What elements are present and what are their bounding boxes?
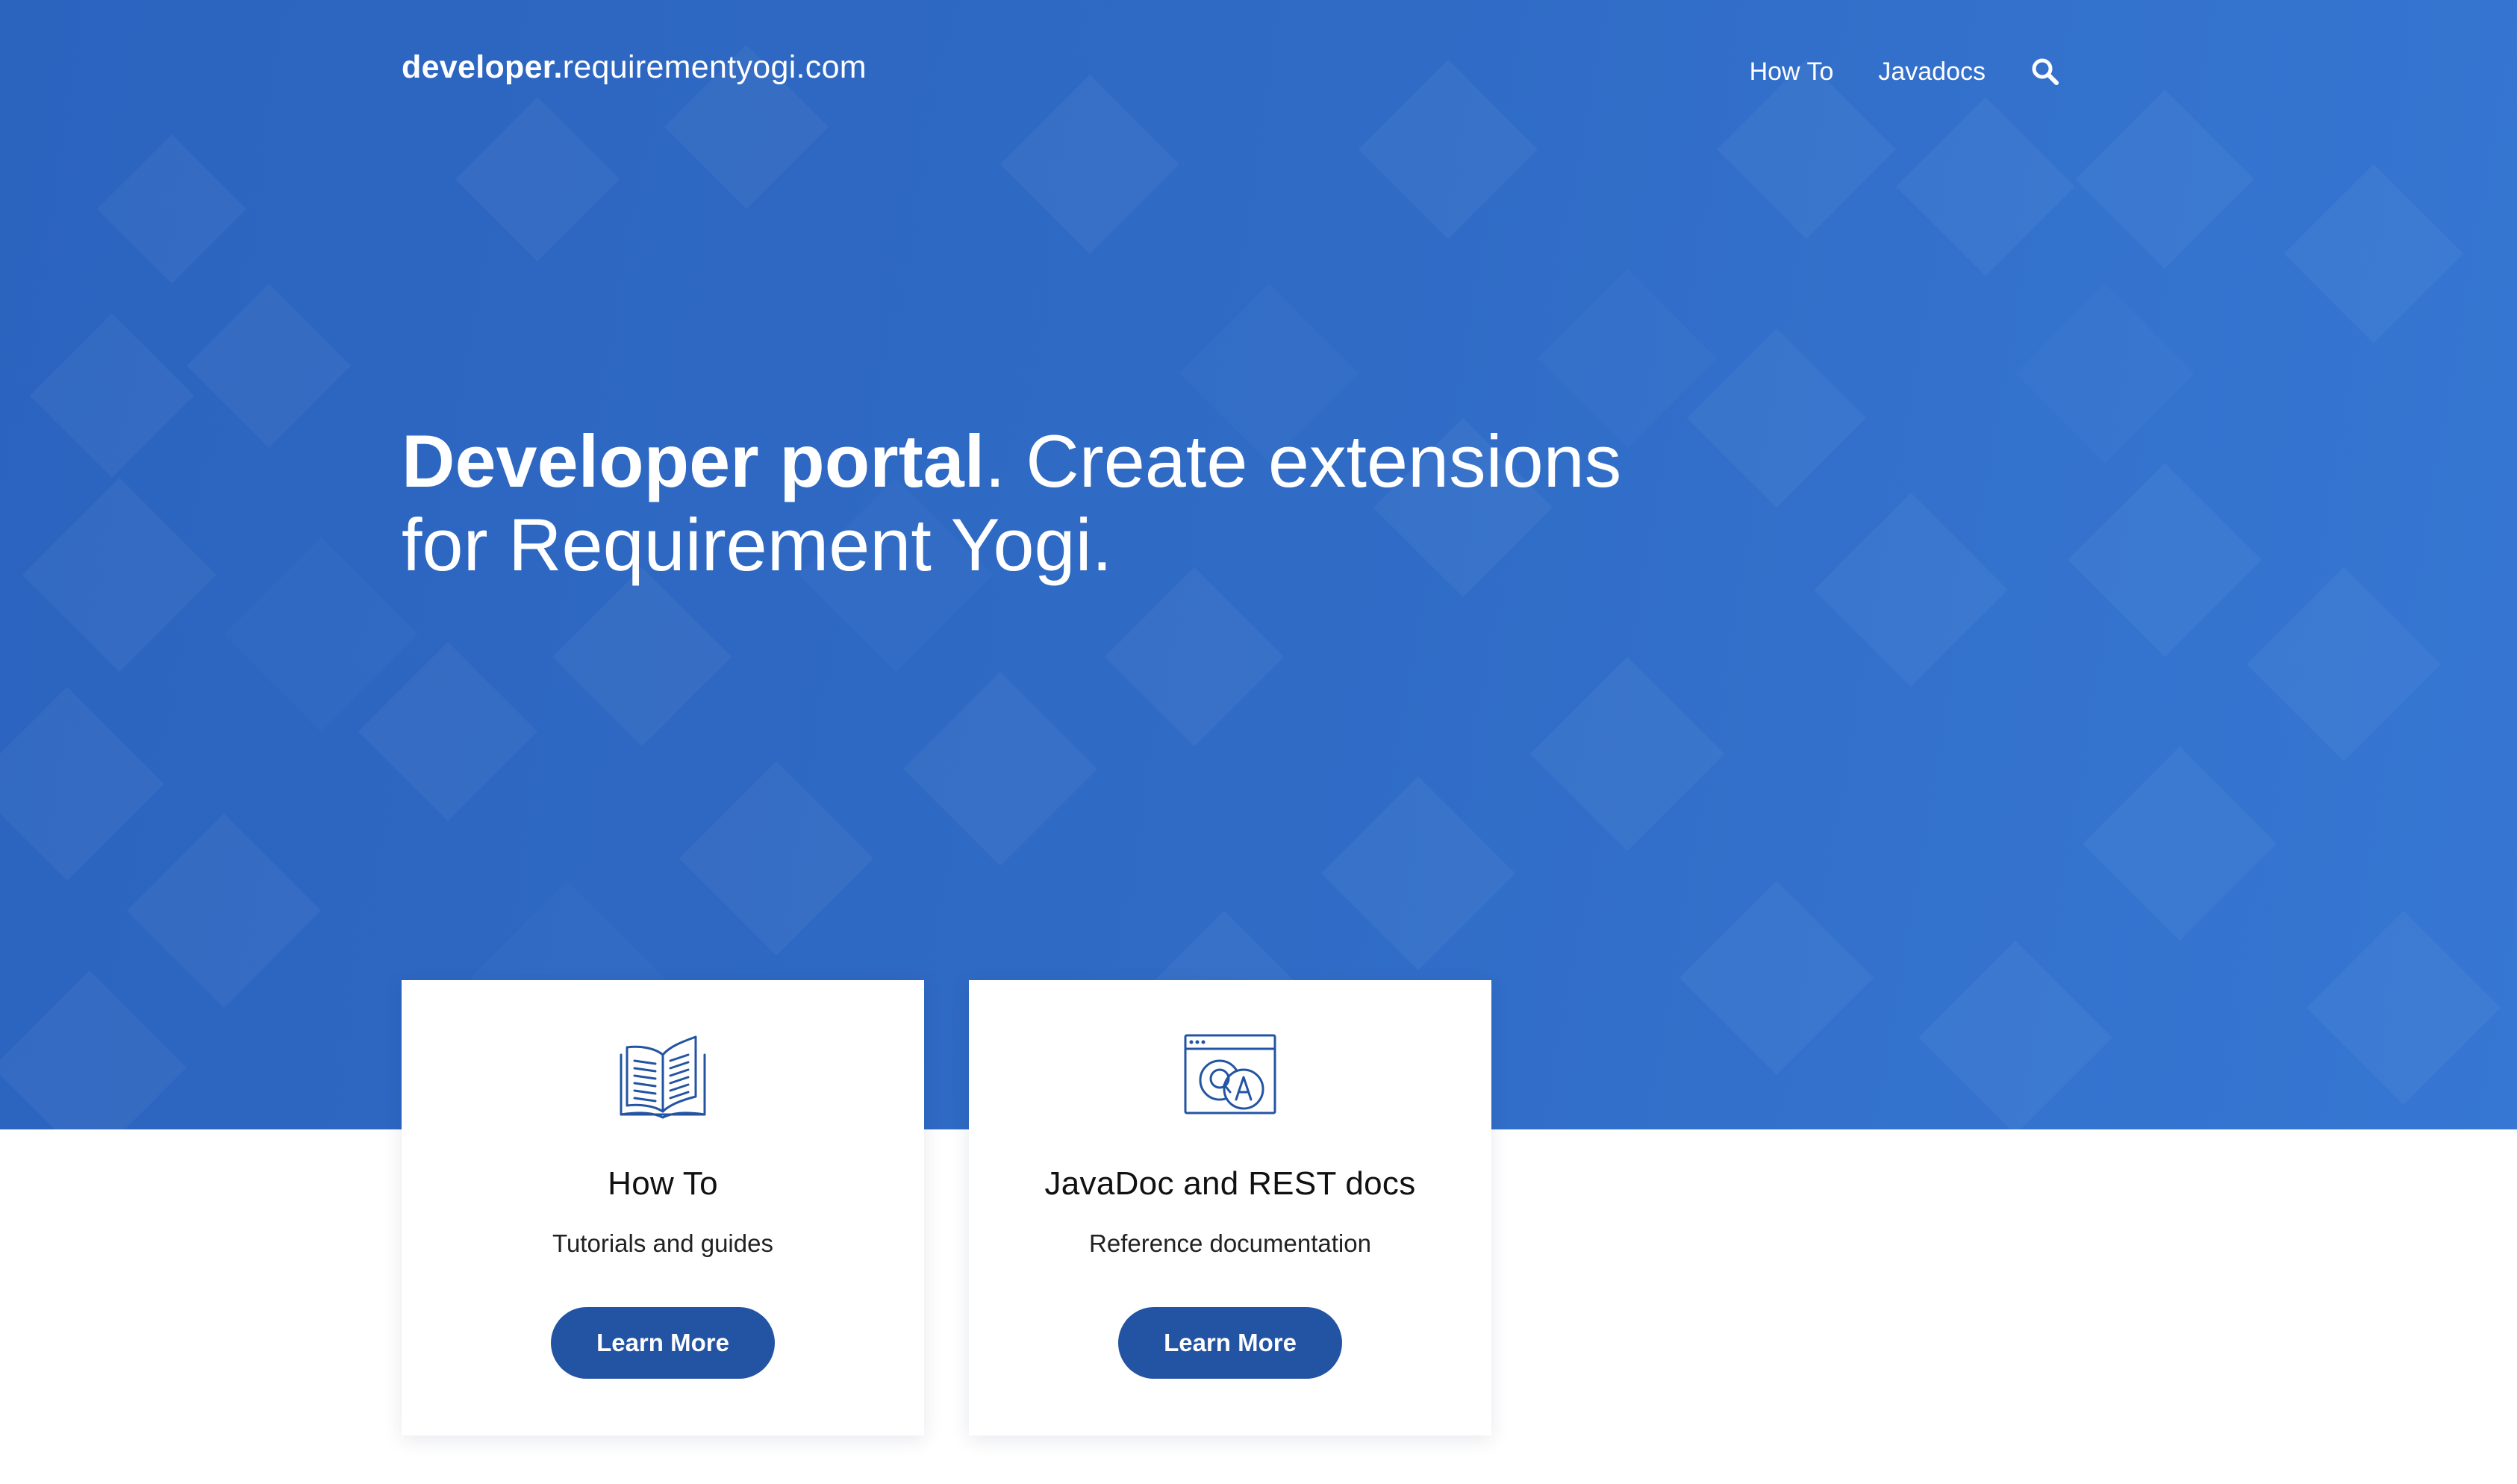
learn-more-button[interactable]: Learn More (551, 1307, 775, 1379)
nav-link-how-to[interactable]: How To (1750, 57, 1834, 87)
brand-domain-prefix: developer. (402, 49, 563, 85)
card-title: How To (608, 1165, 718, 1202)
hero-section: developer.requirementyogi.com How To Jav… (0, 0, 2517, 1129)
card-description: Tutorials and guides (552, 1229, 773, 1257)
learn-more-button[interactable]: Learn More (1118, 1307, 1342, 1379)
top-nav: How To Javadocs (1705, 57, 2060, 87)
search-icon[interactable] (2030, 57, 2060, 87)
card-how-to: How To Tutorials and guides Learn More (402, 980, 924, 1435)
hero-headline: Developer portal. Create extensions for … (402, 420, 1715, 587)
site-brand[interactable]: developer.requirementyogi.com (402, 49, 867, 86)
nav-link-javadocs[interactable]: Javadocs (1878, 57, 1986, 87)
card-title: JavaDoc and REST docs (1044, 1165, 1416, 1202)
headline-emphasis: Developer portal (402, 420, 985, 502)
card-javadoc-rest: JavaDoc and REST docs Reference document… (969, 980, 1491, 1435)
brand-domain-suffix: requirementyogi.com (562, 49, 867, 85)
card-description: Reference documentation (1089, 1229, 1371, 1257)
open-book-icon (620, 1035, 706, 1119)
qa-window-icon (1184, 1034, 1276, 1114)
